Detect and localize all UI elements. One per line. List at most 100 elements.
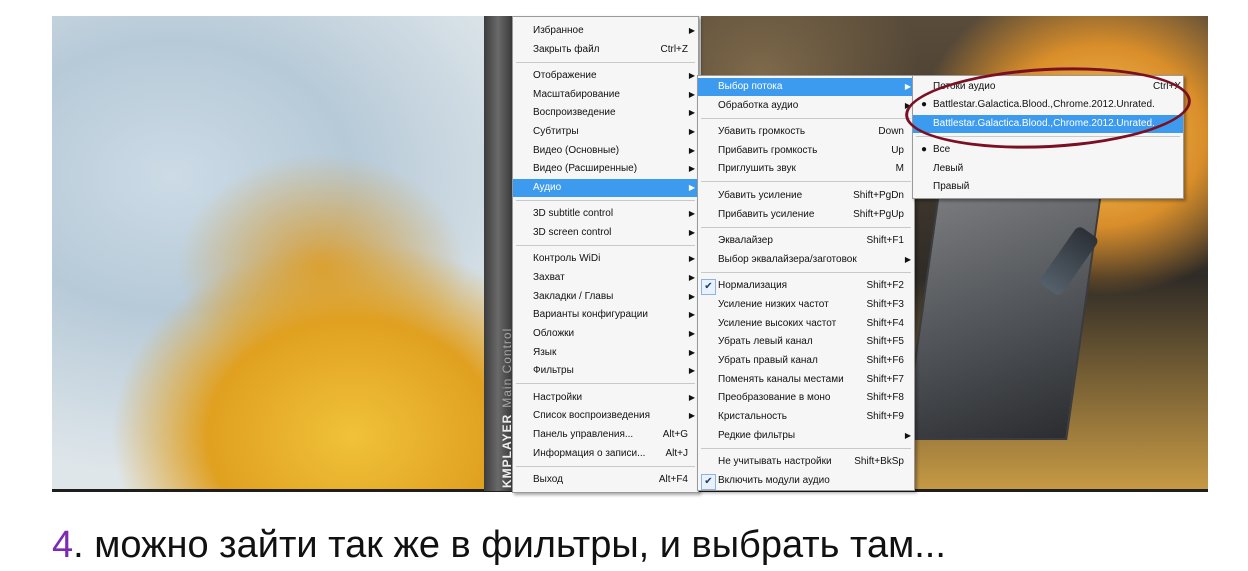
menu-item-shortcut: Shift+F7: [866, 374, 904, 385]
menu-item-crystality[interactable]: Кристальность Shift+F9: [698, 408, 914, 426]
menu-item-widi[interactable]: Контроль WiDi ▶: [513, 250, 698, 268]
menu-separator: [701, 181, 911, 182]
menu-item-filters[interactable]: Фильтры ▶: [513, 362, 698, 380]
menu-item-label: 3D subtitle control: [533, 208, 614, 219]
menu-item-skins[interactable]: Обложки ▶: [513, 325, 698, 343]
menu-item-capture[interactable]: Захват ▶: [513, 269, 698, 287]
triangle-right-icon: ▶: [688, 411, 695, 420]
menu-item-shortcut: M: [895, 163, 904, 174]
menu-item-volume-down[interactable]: Убавить громкость Down: [698, 123, 914, 141]
menu-item-left-channel[interactable]: Левый: [913, 160, 1183, 178]
menu-item-shortcut: Down: [878, 126, 904, 137]
menu-separator: [516, 245, 695, 246]
menu-item-label: Избранное: [533, 25, 584, 36]
menu-item-volume-up[interactable]: Прибавить громкость Up: [698, 142, 914, 160]
menu-item-label: Прибавить усиление: [718, 209, 815, 220]
main-context-menu: Избранное ▶ Закрыть файл Ctrl+Z Отображени…: [512, 16, 699, 493]
menu-item-label: Варианты конфигурации: [533, 309, 648, 320]
menu-item-right-channel[interactable]: Правый: [913, 178, 1183, 196]
menu-item-label: Усиление высоких частот: [718, 318, 837, 329]
menu-item-shortcut: Alt+J: [665, 448, 688, 459]
menu-item-label: Не учитывать настройки: [718, 456, 832, 467]
menu-item-label: Информация о записи...: [533, 448, 646, 459]
menu-item-3d-screen[interactable]: 3D screen control ▶: [513, 224, 698, 242]
menu-item-equalizer[interactable]: Эквалайзер Shift+F1: [698, 232, 914, 250]
triangle-right-icon: ▶: [688, 183, 695, 192]
menu-item-normalization[interactable]: ✔ Нормализация Shift+F2: [698, 277, 914, 295]
menu-item-gain-up[interactable]: Прибавить усиление Shift+PgUp: [698, 206, 914, 224]
menu-item-label: Отображение: [533, 70, 597, 81]
menu-item-control-panel[interactable]: Панель управления... Alt+G: [513, 426, 698, 444]
menu-item-exit[interactable]: Выход Alt+F4: [513, 471, 698, 489]
menu-item-label: Масштабирование: [533, 89, 620, 100]
menu-item-equalizer-presets[interactable]: Выбор эквалайзера/заготовок ▶: [698, 251, 914, 269]
menu-item-ignore-settings[interactable]: Не учитывать настройки Shift+BkSp: [698, 453, 914, 471]
menu-item-label: Закрыть файл: [533, 44, 600, 55]
menu-item-mute[interactable]: Приглушить звук M: [698, 160, 914, 178]
menu-item-rare-filters[interactable]: Редкие фильтры ▶: [698, 427, 914, 445]
menu-item-audio-modules[interactable]: ✔ Включить модули аудио: [698, 472, 914, 490]
menu-item-shortcut: Shift+F5: [866, 336, 904, 347]
menu-item-mono[interactable]: Преобразование в моно Shift+F8: [698, 389, 914, 407]
menu-separator: [701, 118, 911, 119]
triangle-right-icon: ▶: [904, 82, 911, 91]
menu-item-favorites[interactable]: Избранное ▶: [513, 22, 698, 40]
menu-item-bookmarks[interactable]: Закладки / Главы ▶: [513, 288, 698, 306]
menu-item-label: Панель управления...: [533, 429, 634, 440]
menu-separator: [701, 272, 911, 273]
menu-item-shortcut: Up: [891, 145, 904, 156]
menu-separator: [701, 227, 911, 228]
menu-item-label: Преобразование в моно: [718, 392, 831, 403]
menu-item-video-advanced[interactable]: Видео (Расширенные) ▶: [513, 160, 698, 178]
menu-item-label: Выход: [533, 474, 563, 485]
menu-item-shortcut: Shift+PgDn: [853, 190, 904, 201]
menu-item-gain-down[interactable]: Убавить усиление Shift+PgDn: [698, 187, 914, 205]
menu-item-label: Видео (Основные): [533, 145, 620, 156]
triangle-right-icon: ▶: [688, 254, 695, 263]
triangle-right-icon: ▶: [688, 108, 695, 117]
triangle-right-icon: ▶: [688, 292, 695, 301]
menu-item-label: Прибавить громкость: [718, 145, 818, 156]
menu-item-playback[interactable]: Воспроизведение ▶: [513, 104, 698, 122]
menu-item-label: Выбор потока: [718, 81, 783, 92]
triangle-right-icon: ▶: [688, 366, 695, 375]
menu-item-config-variants[interactable]: Варианты конфигурации ▶: [513, 306, 698, 324]
menu-item-label: Нормализация: [718, 280, 788, 291]
menu-item-3d-subtitle[interactable]: 3D subtitle control ▶: [513, 205, 698, 223]
menu-item-remove-right[interactable]: Убрать правый канал Shift+F6: [698, 352, 914, 370]
menu-item-remove-left[interactable]: Убрать левый канал Shift+F5: [698, 333, 914, 351]
menu-item-close-file[interactable]: Закрыть файл Ctrl+Z: [513, 41, 698, 59]
menu-item-scaling[interactable]: Масштабирование ▶: [513, 86, 698, 104]
menu-item-shortcut: Shift+BkSp: [854, 456, 904, 467]
menu-item-treble-boost[interactable]: Усиление высоких частот Shift+F4: [698, 315, 914, 333]
menu-item-swap-channels[interactable]: Поменять каналы местами Shift+F7: [698, 371, 914, 389]
triangle-right-icon: ▶: [688, 164, 695, 173]
menu-item-record-info[interactable]: Информация о записи... Alt+J: [513, 445, 698, 463]
menu-item-label: Захват: [533, 272, 565, 283]
menu-item-subtitles[interactable]: Субтитры ▶: [513, 123, 698, 141]
menu-item-label: Все: [933, 144, 951, 155]
menu-item-audio[interactable]: Аудио ▶: [513, 179, 698, 197]
menu-item-label: Кристальность: [718, 411, 787, 422]
menu-item-display[interactable]: Отображение ▶: [513, 67, 698, 85]
menu-item-video-basic[interactable]: Видео (Основные) ▶: [513, 142, 698, 160]
menu-item-language[interactable]: Язык ▶: [513, 344, 698, 362]
menu-item-bass-boost[interactable]: Усиление низких частот Shift+F3: [698, 296, 914, 314]
menu-item-stream-select[interactable]: Выбор потока ▶: [698, 78, 914, 96]
menu-item-playlist[interactable]: Список воспроизведения ▶: [513, 407, 698, 425]
triangle-right-icon: ▶: [688, 146, 695, 155]
menu-item-shortcut: Shift+F8: [866, 392, 904, 403]
triangle-right-icon: ▶: [688, 310, 695, 319]
menu-item-settings[interactable]: Настройки ▶: [513, 389, 698, 407]
triangle-right-icon: ▶: [904, 431, 911, 440]
menu-item-label: Фильтры: [533, 365, 574, 376]
triangle-right-icon: ▶: [688, 90, 695, 99]
triangle-right-icon: ▶: [688, 71, 695, 80]
menu-item-shortcut: Alt+F4: [658, 474, 688, 485]
menu-item-label: Видео (Расширенные): [533, 163, 638, 174]
menu-item-label: Левый: [933, 163, 964, 174]
menu-item-audio-processing[interactable]: Обработка аудио ▶: [698, 97, 914, 115]
menu-separator: [701, 448, 911, 449]
menu-item-label: Убавить усиление: [718, 190, 803, 201]
triangle-right-icon: ▶: [688, 273, 695, 282]
